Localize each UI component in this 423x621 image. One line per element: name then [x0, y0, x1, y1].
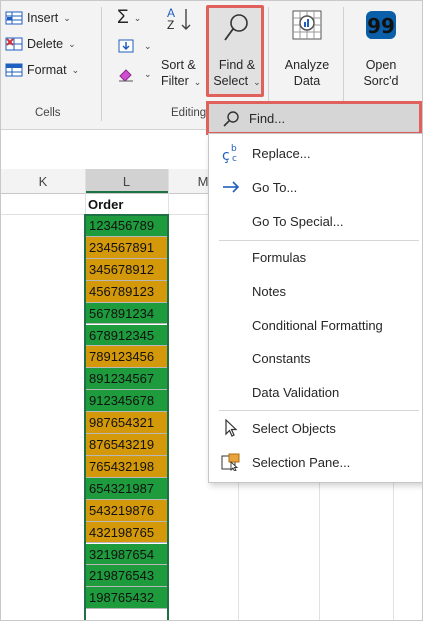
find-select-button[interactable]: Find & Select ⌄ — [206, 5, 264, 97]
order-cell[interactable]: 567891234 — [85, 302, 168, 325]
delete-label: Delete — [27, 37, 64, 51]
format-button[interactable]: Format ⌄ — [5, 59, 79, 81]
notes-label: Notes — [252, 283, 286, 299]
cursor-arrow-icon — [221, 418, 241, 438]
delete-cells-icon — [5, 36, 23, 52]
delete-button[interactable]: Delete ⌄ — [5, 33, 76, 55]
format-cells-icon — [5, 62, 23, 78]
find-magnifier-icon — [222, 110, 240, 131]
order-cell[interactable]: 321987654 — [85, 543, 168, 566]
svg-text:c: c — [232, 154, 237, 163]
order-cell[interactable]: 345678912 — [85, 258, 168, 281]
format-label: Format — [27, 63, 67, 77]
svg-text:99: 99 — [367, 14, 395, 38]
column-header-l[interactable]: L — [85, 171, 168, 193]
goto-special-label: Go To Special... — [252, 213, 344, 229]
select-objects-menu-item[interactable]: Select Objects — [209, 412, 422, 444]
order-cell[interactable]: 198765432 — [85, 587, 168, 610]
order-cell[interactable]: 543219876 — [85, 499, 168, 522]
menu-separator — [219, 410, 419, 411]
open-sorcd-button[interactable]: 99 Open Sorc'd — [351, 9, 411, 89]
find-menu-item[interactable]: Find... — [206, 101, 422, 135]
order-cell[interactable]: 234567891 — [85, 236, 168, 259]
goto-special-menu-item[interactable]: Go To Special... — [209, 205, 422, 237]
chevron-down-icon: ⌄ — [133, 12, 142, 23]
order-cell[interactable]: 987654321 — [85, 412, 168, 434]
data-validation-menu-item[interactable]: Data Validation — [209, 376, 422, 408]
svg-text:b: b — [231, 144, 237, 154]
selection-pane-icon — [221, 452, 241, 472]
find-label: Find... — [249, 111, 286, 126]
insert-label: Insert — [27, 11, 59, 25]
find-select-line2: Select — [213, 74, 249, 88]
analyze-line2: Data — [293, 74, 321, 88]
sort-filter-button[interactable]: AZ Sort & Filter ⌄ — [161, 7, 207, 97]
autosum-icon: Σ — [117, 7, 129, 28]
goto-label: Go To... — [252, 179, 298, 195]
fill-button[interactable]: ⌄ — [117, 35, 152, 57]
order-cell[interactable]: 891234567 — [85, 368, 168, 391]
order-cell[interactable]: 654321987 — [85, 477, 168, 500]
constants-label: Constants — [252, 350, 311, 366]
selection-pane-label: Selection Pane... — [252, 454, 351, 470]
order-cell[interactable]: 432198765 — [85, 521, 168, 544]
order-cell[interactable]: 678912345 — [85, 324, 168, 347]
chevron-down-icon: ⌄ — [193, 77, 202, 87]
quote-icon: 99 — [364, 9, 398, 43]
autosum-button[interactable]: Σ ⌄ — [117, 7, 141, 29]
magnifier-icon — [222, 13, 250, 46]
insert-button[interactable]: Insert ⌄ — [5, 7, 71, 29]
eraser-icon — [117, 66, 135, 82]
open-sorcd-line1: Open — [365, 58, 397, 72]
group-separator — [101, 7, 102, 121]
formulas-label: Formulas — [252, 249, 307, 265]
conditional-formatting-menu-item[interactable]: Conditional Formatting — [209, 309, 422, 341]
chevron-down-icon: ⌄ — [144, 40, 152, 51]
order-cell[interactable]: 765432198 — [85, 455, 168, 478]
arrow-right-icon — [221, 177, 241, 197]
sort-filter-line1: Sort & — [161, 58, 196, 72]
grid-line — [168, 169, 169, 620]
replace-icon: çbc — [221, 143, 241, 163]
data-validation-label: Data Validation — [252, 384, 340, 400]
replace-menu-item[interactable]: çbc Replace... — [209, 137, 422, 169]
replace-label: Replace... — [252, 145, 311, 161]
editing-group-label: Editing — [171, 107, 207, 119]
chevron-down-icon: ⌄ — [63, 12, 71, 23]
sort-filter-line2: Filter — [161, 74, 189, 88]
notes-menu-item[interactable]: Notes — [209, 275, 422, 307]
analyze-line1: Analyze — [284, 58, 330, 72]
svg-text:ç: ç — [222, 148, 230, 163]
order-cell[interactable]: 912345678 — [85, 390, 168, 413]
find-select-line1: Find & — [218, 58, 256, 72]
fill-down-icon — [117, 38, 135, 54]
excel-window: Insert ⌄ Delete ⌄ Format ⌄ Cells Σ ⌄ ⌄ ⌄… — [0, 0, 423, 621]
order-cell[interactable]: 876543219 — [85, 434, 168, 456]
selection-pane-menu-item[interactable]: Selection Pane... — [209, 446, 422, 478]
order-cell[interactable]: 219876543 — [85, 565, 168, 588]
order-header-cell[interactable]: Order — [88, 197, 123, 212]
analyze-data-button[interactable]: Analyze Data — [277, 9, 337, 89]
find-select-dropdown: çbc Replace... Go To... Go To Special...… — [208, 133, 422, 483]
constants-menu-item[interactable]: Constants — [209, 342, 422, 374]
analyze-data-icon — [291, 9, 323, 43]
order-cell[interactable]: 123456789 — [85, 215, 168, 237]
chevron-down-icon: ⌄ — [68, 38, 76, 49]
goto-menu-item[interactable]: Go To... — [209, 171, 422, 203]
sort-az-icon: AZ — [167, 7, 191, 31]
open-sorcd-line2: Sorc'd — [363, 74, 399, 88]
conditional-formatting-label: Conditional Formatting — [252, 317, 383, 333]
formulas-menu-item[interactable]: Formulas — [209, 241, 422, 273]
insert-cells-icon — [5, 10, 23, 26]
chevron-down-icon: ⌄ — [253, 77, 261, 87]
column-header-k[interactable]: K — [1, 171, 85, 193]
cells-group-label: Cells — [35, 107, 61, 119]
clear-button[interactable]: ⌄ — [117, 63, 152, 85]
chevron-down-icon: ⌄ — [144, 68, 152, 79]
order-cell[interactable]: 456789123 — [85, 280, 168, 303]
order-cell[interactable]: 789123456 — [85, 346, 168, 369]
select-objects-label: Select Objects — [252, 420, 336, 436]
chevron-down-icon: ⌄ — [71, 64, 80, 75]
